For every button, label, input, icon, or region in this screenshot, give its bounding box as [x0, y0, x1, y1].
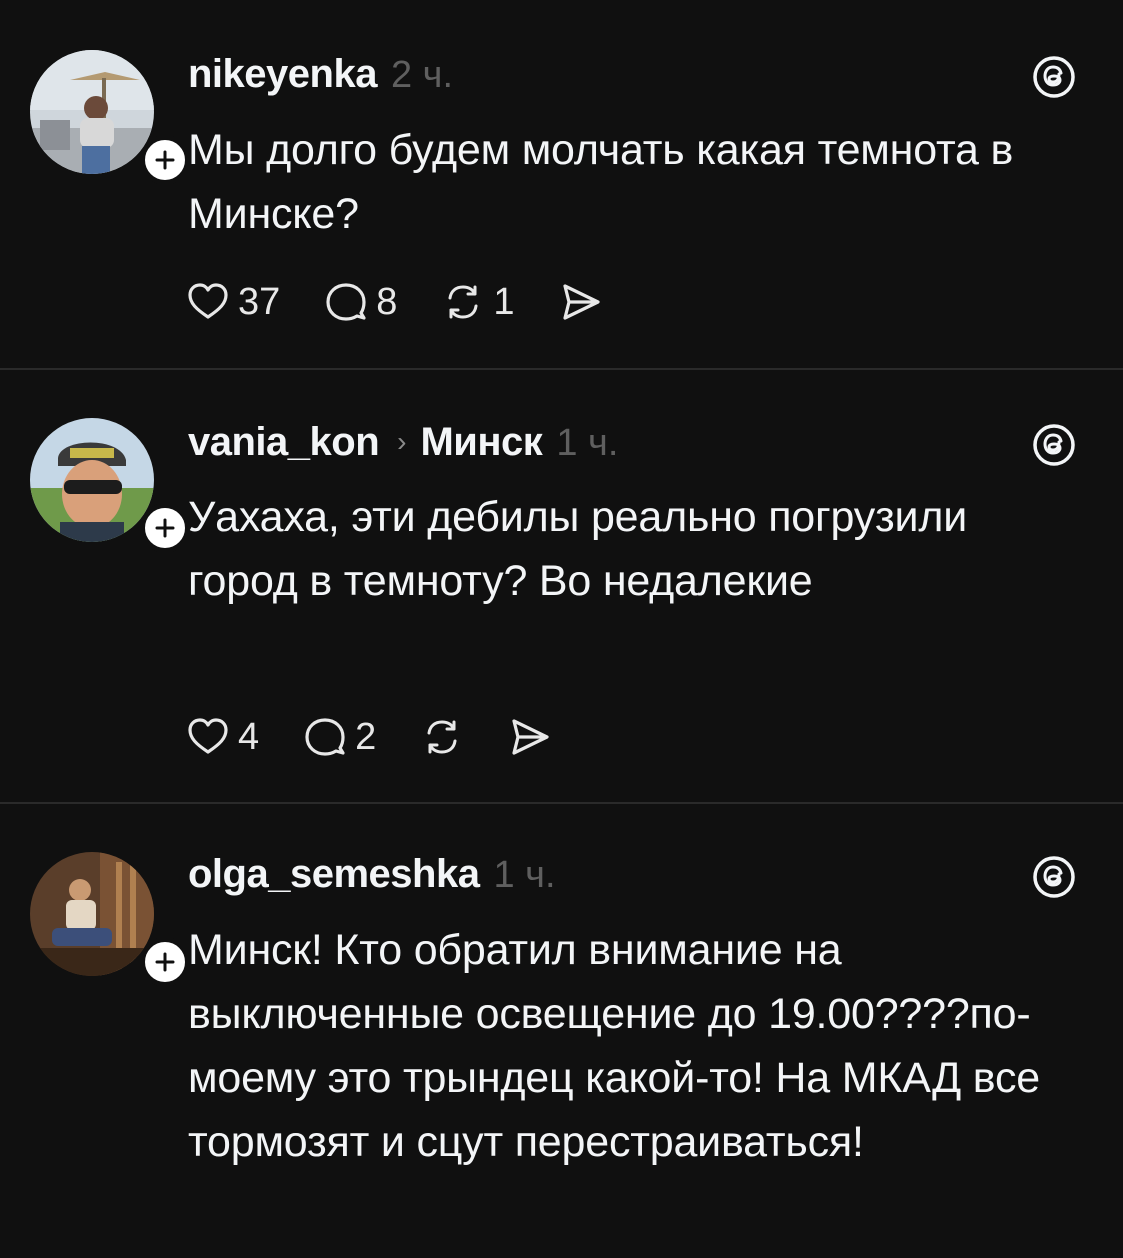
comment-icon	[326, 283, 366, 321]
like-count: 4	[238, 715, 260, 758]
post-text: Мы долго будем молчать какая темнота в М…	[188, 126, 1014, 238]
reply-count: 2	[355, 715, 377, 758]
plus-icon	[155, 952, 175, 972]
reply-button[interactable]: 8	[324, 280, 397, 324]
threads-logo-icon[interactable]	[1030, 421, 1078, 469]
avatar[interactable]	[30, 852, 154, 976]
repost-button[interactable]	[420, 715, 464, 759]
heart-icon	[188, 283, 228, 319]
timestamp: 1 ч.	[556, 422, 619, 464]
follow-button[interactable]	[140, 937, 190, 987]
timestamp: 2 ч.	[390, 54, 454, 96]
post-actions: 37 8 1	[186, 280, 647, 324]
post-divider	[0, 368, 1123, 370]
post-header: vania_kon › Минск 1 ч.	[188, 420, 618, 465]
plus-icon	[155, 150, 175, 170]
community-name[interactable]: Минск	[420, 420, 542, 465]
plus-icon	[155, 518, 175, 538]
like-count: 37	[238, 280, 281, 323]
repost-icon	[427, 720, 457, 754]
chevron-right-icon: ›	[397, 426, 407, 457]
share-button[interactable]	[508, 715, 552, 759]
username[interactable]: olga_semeshka	[188, 852, 480, 897]
username[interactable]: vania_kon	[188, 420, 380, 465]
repost-count: 1	[493, 280, 515, 323]
repost-icon	[448, 285, 478, 319]
comment-icon	[305, 718, 345, 756]
post-header: olga_semeshka 1 ч.	[188, 852, 556, 897]
post-text: Уахаха, эти дебилы реально погрузили гор…	[188, 493, 968, 605]
avatar-wrap[interactable]	[30, 50, 190, 185]
reply-button[interactable]: 2	[303, 715, 376, 759]
share-icon	[562, 284, 600, 320]
follow-button[interactable]	[140, 503, 190, 553]
avatar-wrap[interactable]	[30, 418, 190, 553]
avatar[interactable]	[30, 50, 154, 174]
username[interactable]: nikeyenka	[188, 52, 377, 97]
timestamp: 1 ч.	[493, 854, 556, 896]
post-header: nikeyenka 2 ч.	[188, 52, 453, 97]
share-button[interactable]	[559, 280, 603, 324]
avatar-photo	[30, 418, 154, 542]
threads-logo-icon[interactable]	[1030, 853, 1078, 901]
avatar-photo	[30, 852, 154, 976]
repost-button[interactable]: 1	[441, 280, 515, 324]
post-actions: 4 2	[186, 715, 596, 759]
avatar-wrap[interactable]	[30, 852, 190, 987]
follow-button[interactable]	[140, 135, 190, 185]
share-icon	[512, 719, 549, 755]
post-text: Минск! Кто обратил внимание на выключенн…	[188, 926, 1040, 1166]
like-button[interactable]: 4	[186, 715, 259, 759]
like-button[interactable]: 37	[186, 280, 280, 324]
threads-logo-icon[interactable]	[1030, 53, 1078, 101]
avatar-photo	[30, 50, 154, 174]
avatar[interactable]	[30, 418, 154, 542]
heart-icon	[188, 718, 228, 754]
post-divider	[0, 802, 1123, 804]
reply-count: 8	[376, 280, 398, 323]
threads-feed: nikeyenka 2 ч. Мы долго будем молчать ка…	[0, 0, 1123, 1258]
